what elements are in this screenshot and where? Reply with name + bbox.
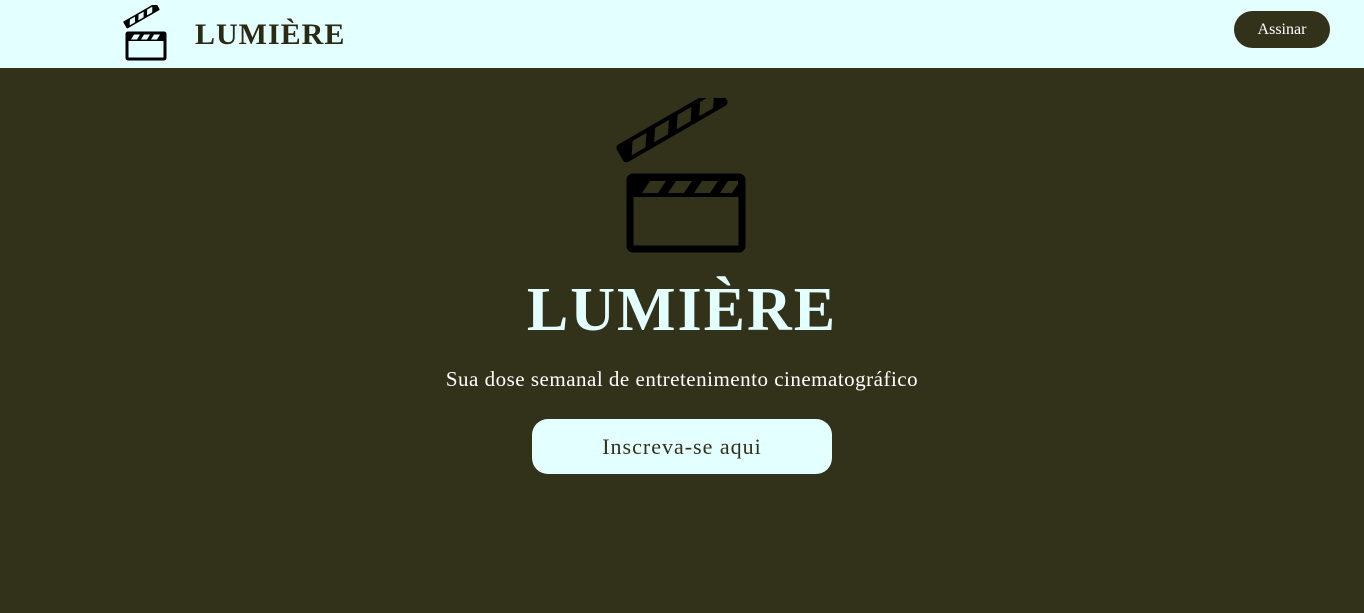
hero-subtitle: Sua dose semanal de entretenimento cinem… bbox=[445, 367, 919, 391]
hero-title: LUMIÈRE bbox=[526, 276, 838, 344]
brand-name[interactable]: LUMIÈRE bbox=[195, 15, 345, 55]
signup-button[interactable]: Inscreva-se aqui bbox=[532, 419, 832, 474]
clapperboard-icon bbox=[616, 87, 750, 254]
hero-section: LUMIÈRE Sua dose semanal de entretenimen… bbox=[0, 68, 1364, 613]
subscribe-button[interactable]: Assinar bbox=[1234, 11, 1330, 48]
clapperboard-icon[interactable] bbox=[122, 3, 170, 63]
top-navbar: LUMIÈRE Assinar bbox=[0, 0, 1364, 68]
